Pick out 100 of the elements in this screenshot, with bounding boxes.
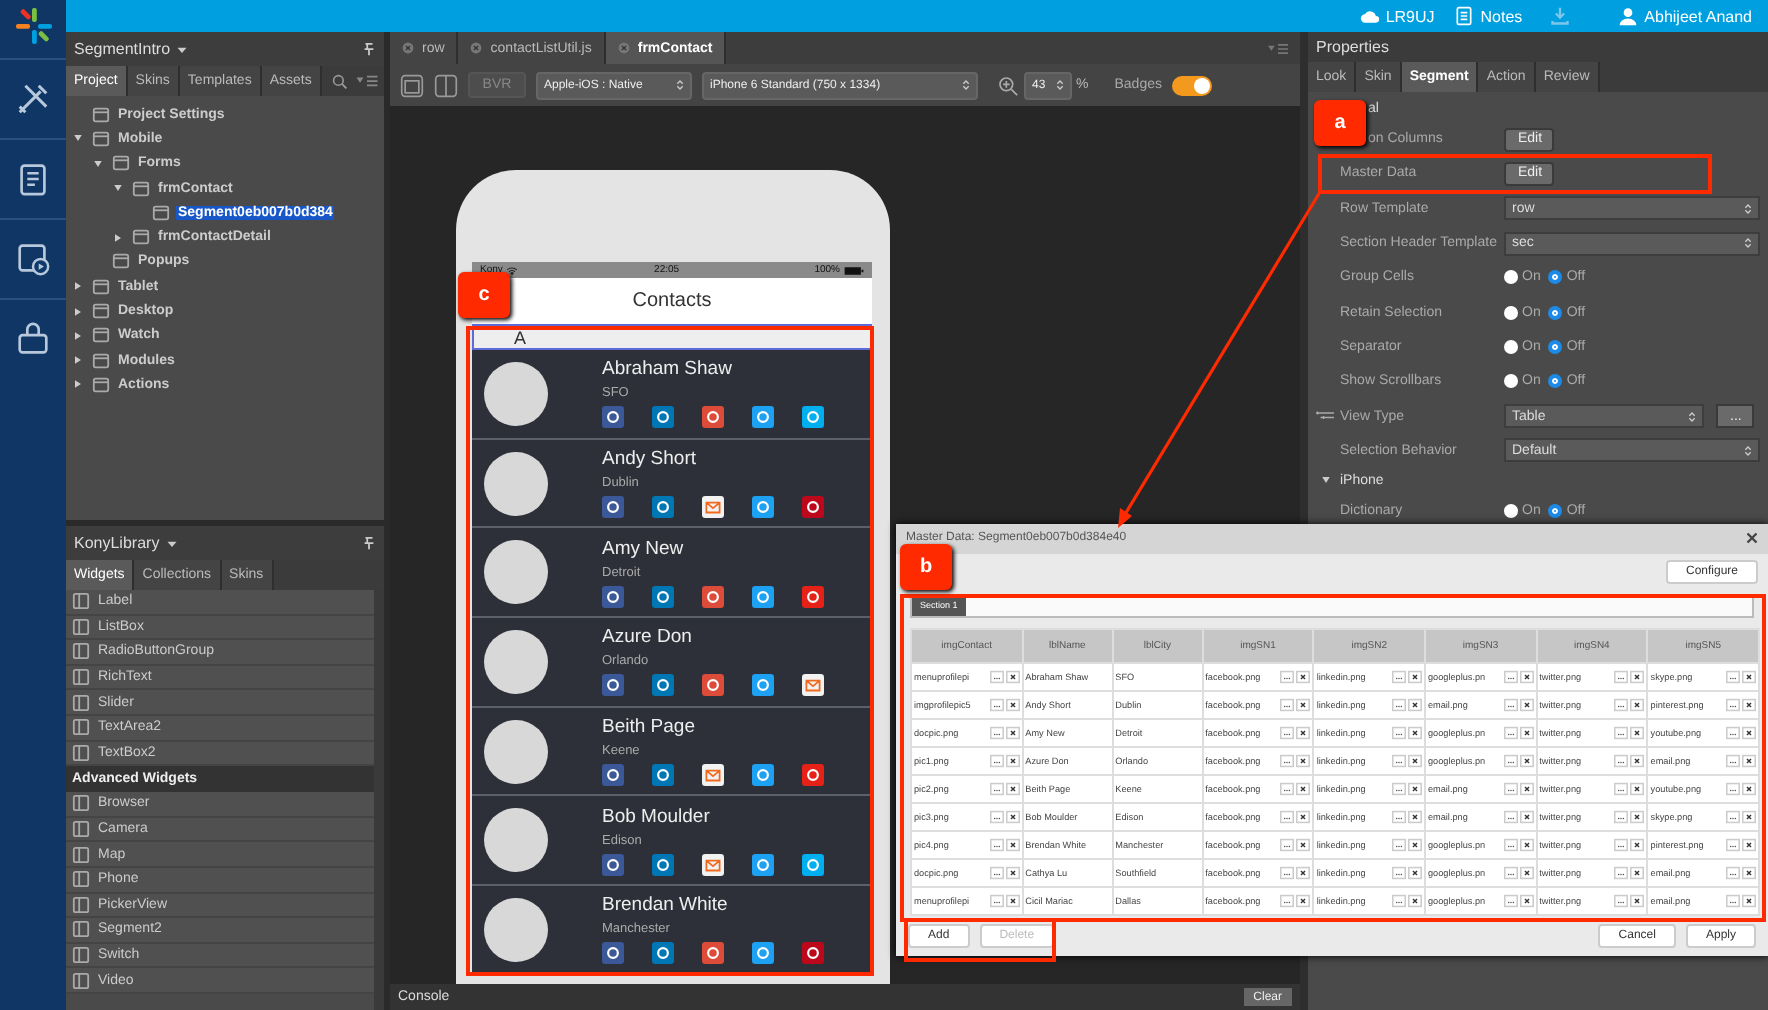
social-media-icon[interactable] [802,764,824,787]
clear-button[interactable] [1742,865,1756,880]
clear-button[interactable] [1630,837,1645,852]
radio-button[interactable] [1504,374,1518,389]
expand-arrow-icon[interactable] [112,231,124,244]
clear-button[interactable] [1407,781,1422,796]
expand-arrow-icon[interactable] [72,132,84,145]
expand-arrow-icon[interactable] [72,329,84,342]
user-icon[interactable] [1618,6,1639,26]
social-media-icon[interactable] [602,585,624,608]
close-icon[interactable] [617,42,630,54]
clear-button[interactable] [1407,753,1422,768]
social-media-icon[interactable] [752,942,774,965]
clear-button[interactable] [1742,725,1756,740]
radio-button[interactable] [1548,305,1563,320]
clear-button[interactable] [1630,893,1645,908]
radio-button[interactable] [1504,305,1518,320]
radio-button[interactable] [1548,339,1563,354]
social-media-icon[interactable] [602,674,624,697]
clear-button[interactable] [1742,893,1756,908]
close-icon[interactable] [470,42,483,54]
envelope-icon[interactable] [702,853,724,876]
cloud-icon[interactable] [1359,6,1380,26]
clear-button[interactable] [1630,781,1645,796]
top-bar-link[interactable]: LR9UJ [1385,7,1435,25]
menu-icon[interactable] [1268,41,1288,55]
clear-button[interactable] [1519,781,1534,796]
clear-button[interactable] [1005,837,1020,852]
clear-button[interactable] [1742,669,1756,684]
caret-icon[interactable] [176,43,189,55]
bag-icon[interactable] [14,320,52,358]
clear-button[interactable] [1296,781,1311,796]
clear-button[interactable] [1407,669,1422,684]
clear-button[interactable] [1407,697,1422,712]
social-media-icon[interactable] [702,942,724,965]
envelope-icon[interactable] [702,764,724,787]
clear-button[interactable] [1296,837,1311,852]
clear-button[interactable] [1742,837,1756,852]
clear-button[interactable] [1519,753,1534,768]
panel-title[interactable]: KonyLibrary [74,534,160,552]
expand-arrow-icon[interactable] [72,354,84,367]
clear-button[interactable] [1407,893,1422,908]
clear-button[interactable] [1296,753,1311,768]
panel-layout-icon[interactable] [434,73,458,97]
radio-button[interactable] [1548,270,1563,285]
clear-button[interactable] [1519,865,1534,880]
clear-button[interactable] [1296,893,1311,908]
social-media-icon[interactable] [702,674,724,697]
social-media-icon[interactable] [802,585,824,608]
social-media-icon[interactable] [802,496,824,519]
menu-icon[interactable] [355,74,378,88]
clear-button[interactable] [1407,837,1422,852]
clear-button[interactable] [1519,837,1534,852]
close-icon[interactable] [1746,532,1758,545]
radio-button[interactable] [1504,504,1518,519]
social-media-icon[interactable] [602,496,624,519]
pin-icon[interactable] [362,536,376,550]
top-bar-link[interactable]: Abhijeet Anand [1644,7,1752,25]
expand-arrow-icon[interactable] [72,378,84,391]
clear-button[interactable] [1005,697,1020,712]
clear-button[interactable] [1005,669,1020,684]
clear-button[interactable] [1742,753,1756,768]
clear-button[interactable] [1630,865,1645,880]
radio-button[interactable] [1548,504,1563,519]
clear-button[interactable] [1296,697,1311,712]
social-media-icon[interactable] [652,585,674,608]
social-media-icon[interactable] [702,585,724,608]
clear-button[interactable] [1005,865,1020,880]
clear-button[interactable] [1519,893,1534,908]
social-media-icon[interactable] [652,853,674,876]
clear-button[interactable] [1630,669,1645,684]
social-media-icon[interactable] [752,406,774,429]
clear-button[interactable] [1005,781,1020,796]
panel-title[interactable]: SegmentIntro [74,40,171,58]
social-media-icon[interactable] [602,853,624,876]
social-media-icon[interactable] [752,585,774,608]
tools-icon[interactable] [14,80,52,118]
social-media-icon[interactable] [802,853,824,876]
notepad-icon[interactable] [1454,6,1475,26]
clear-button[interactable] [1296,669,1311,684]
clear-button[interactable] [1742,781,1756,796]
clear-button[interactable] [1742,697,1756,712]
expand-arrow-icon[interactable] [112,182,124,195]
social-media-icon[interactable] [802,942,824,965]
clear-button[interactable] [1407,809,1422,824]
document-icon[interactable] [14,160,52,198]
clear-button[interactable] [1630,697,1645,712]
clear-button[interactable] [1519,809,1534,824]
radio-button[interactable] [1548,374,1563,389]
video-icon[interactable] [14,240,52,278]
envelope-icon[interactable] [702,496,724,519]
pin-icon[interactable] [362,42,376,56]
clear-button[interactable] [1005,725,1020,740]
envelope-icon[interactable] [802,674,824,697]
social-media-icon[interactable] [752,853,774,876]
social-media-icon[interactable] [652,942,674,965]
social-media-icon[interactable] [652,674,674,697]
clear-button[interactable] [1630,809,1645,824]
clear-button[interactable] [1005,893,1020,908]
clear-button[interactable] [1296,809,1311,824]
